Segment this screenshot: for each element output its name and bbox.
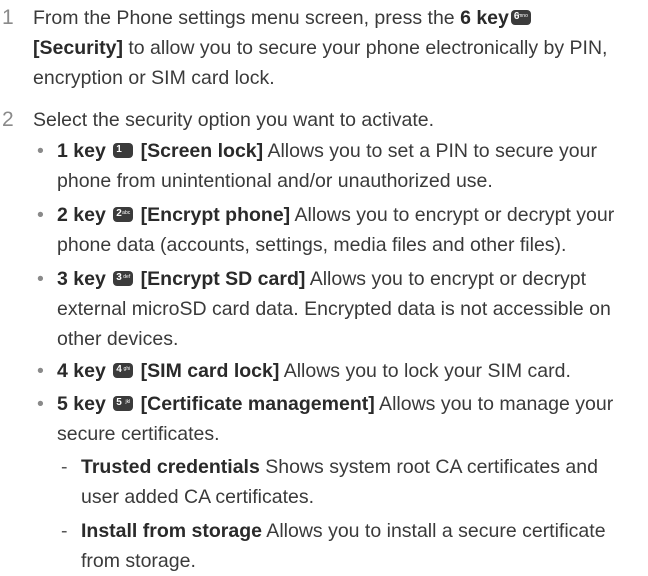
- keypad-1-icon: 1: [113, 143, 134, 158]
- option-label: [Certificate management]: [140, 393, 375, 415]
- option-text: 3 key 3 def [Encrypt SD card] Allows you …: [57, 264, 640, 354]
- step-text: Select the security option you want to a…: [33, 109, 435, 131]
- key-digit: 5: [116, 397, 122, 408]
- dash-marker: -: [61, 456, 68, 478]
- sub-option-title: Trusted credentials: [81, 456, 260, 478]
- option-label: [SIM card lock]: [140, 360, 280, 382]
- keypad-6-icon: 6 mno: [510, 10, 531, 25]
- key-letters: def: [123, 274, 131, 280]
- key-letters: mno: [518, 13, 528, 19]
- option-description: Allows you to lock your SIM card.: [279, 360, 571, 382]
- key-digit: 2: [116, 208, 122, 219]
- key-name: 1 key: [57, 140, 106, 162]
- key-name: 5 key: [57, 393, 106, 415]
- key-letters: abc: [122, 210, 131, 216]
- step-number: 1: [2, 6, 14, 29]
- sub-option-title: Install from storage: [81, 520, 262, 542]
- manual-page: 1 From the Phone settings menu screen, p…: [0, 0, 648, 572]
- menu-label: [Security]: [33, 37, 123, 59]
- key-letters: ghi: [123, 366, 131, 372]
- dash-marker: -: [61, 520, 68, 542]
- option-encrypt-phone: • 2 key 2 abc [Encrypt phone] Allows you …: [0, 200, 640, 260]
- step-2: 2 Select the security option you want to…: [0, 105, 640, 135]
- bullet-dot: •: [37, 204, 44, 226]
- key-name: 6 key: [460, 7, 509, 29]
- key-digit: 3: [116, 272, 122, 283]
- option-text: 5 key 5 jkl [Certificate management] Allo…: [57, 389, 640, 449]
- keypad-3-icon: 3 def: [113, 271, 134, 286]
- step-text-start: From the Phone settings menu screen, pre…: [33, 7, 461, 29]
- key-name: 3 key: [57, 268, 106, 290]
- key-name: 4 key: [57, 360, 106, 382]
- option-label: [Screen lock]: [140, 140, 264, 162]
- bullet-dot: •: [37, 360, 44, 382]
- sub-option-text: Install from storage Allows you to insta…: [81, 516, 640, 576]
- bullet-dot: •: [37, 140, 44, 162]
- option-description: Allows you to set a PIN to secure your p…: [57, 140, 597, 192]
- bullet-dot: •: [37, 268, 44, 290]
- option-text: 4 key 4 ghi [SIM card lock] Allows you to…: [57, 356, 640, 386]
- option-certificate-management: • 5 key 5 jkl [Certificate management] Al…: [0, 389, 640, 449]
- sub-option-trusted-credentials: - Trusted credentials Shows system root …: [0, 452, 640, 512]
- key-digit: 4: [116, 364, 122, 375]
- option-screen-lock: • 1 key 1 [Screen lock] Allows you to se…: [0, 136, 640, 196]
- option-encrypt-sd-card: • 3 key 3 def [Encrypt SD card] Allows yo…: [0, 264, 640, 354]
- option-sim-card-lock: • 4 key 4 ghi [SIM card lock] Allows you …: [0, 356, 640, 386]
- key-name: 2 key: [57, 204, 106, 226]
- step-1: 1 From the Phone settings menu screen, p…: [0, 3, 640, 93]
- bullet-dot: •: [37, 393, 44, 415]
- key-digit: 1: [116, 144, 122, 155]
- sub-option-install-from-storage: - Install from storage Allows you to ins…: [0, 516, 640, 576]
- key-letters: jkl: [125, 399, 131, 405]
- keypad-2-icon: 2 abc: [113, 207, 134, 222]
- option-label: [Encrypt phone]: [140, 204, 291, 226]
- keypad-5-icon: 5 jkl: [113, 396, 134, 411]
- keypad-4-icon: 4 ghi: [113, 363, 134, 378]
- option-label: [Encrypt SD card]: [140, 268, 306, 290]
- option-text: 1 key 1 [Screen lock] Allows you to set …: [57, 136, 640, 196]
- option-text: 2 key 2 abc [Encrypt phone] Allows you to…: [57, 200, 640, 260]
- sub-option-text: Trusted credentials Shows system root CA…: [81, 452, 640, 512]
- step-number: 2: [2, 108, 14, 131]
- step-text: From the Phone settings menu screen, pre…: [33, 3, 640, 93]
